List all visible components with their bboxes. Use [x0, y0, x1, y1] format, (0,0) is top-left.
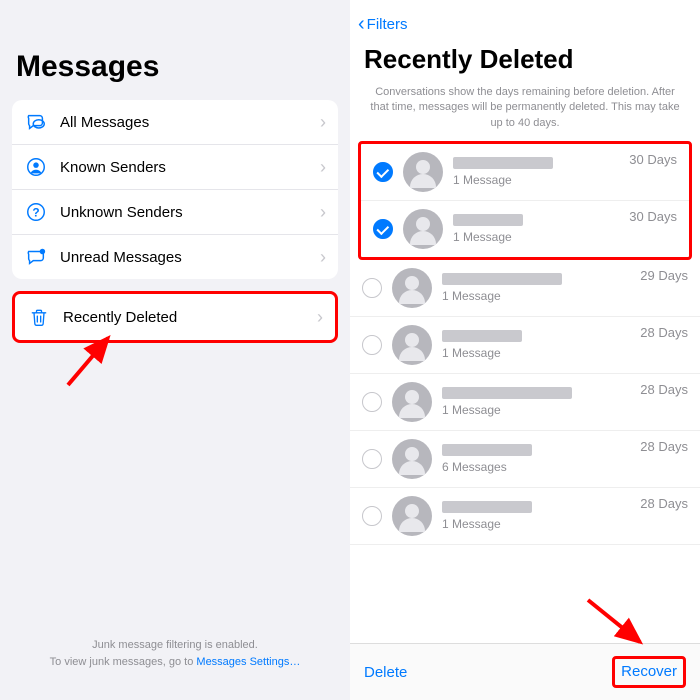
- filter-list: All Messages › Known Senders › ? Unknown…: [12, 100, 338, 279]
- conversation-row[interactable]: 1 Message 29 Days: [350, 260, 700, 317]
- chevron-right-icon: ›: [317, 307, 323, 328]
- message-count: 1 Message: [453, 173, 677, 187]
- filter-all-messages[interactable]: All Messages ›: [12, 100, 338, 144]
- conversation-row[interactable]: 1 Message 30 Days: [361, 144, 689, 201]
- redacted-name: [442, 444, 532, 456]
- message-count: 1 Message: [442, 346, 688, 360]
- conversation-row[interactable]: 1 Message 28 Days: [350, 374, 700, 431]
- delete-button[interactable]: Delete: [364, 664, 407, 681]
- filter-label: All Messages: [60, 114, 320, 131]
- conversation-row[interactable]: 1 Message 28 Days: [350, 488, 700, 545]
- filter-unknown-senders[interactable]: ? Unknown Senders ›: [12, 189, 338, 234]
- avatar-icon: [403, 152, 443, 192]
- footer-line1: Junk message filtering is enabled.: [92, 639, 258, 651]
- chevron-left-icon: ‹: [358, 14, 365, 34]
- redacted-name: [453, 214, 523, 226]
- highlight-annotation: Recover: [612, 656, 686, 688]
- days-remaining: 29 Days: [640, 268, 688, 283]
- unread-icon: [24, 245, 48, 269]
- select-radio[interactable]: [373, 162, 393, 182]
- recently-deleted-screen: ‹ Filters Recently Deleted Conversations…: [350, 0, 700, 700]
- avatar-icon: [403, 209, 443, 249]
- conversation-list: 1 Message30 Days1 Message30 Days1 Messag…: [350, 141, 700, 545]
- bottom-toolbar: Delete Recover: [350, 643, 700, 700]
- filter-label: Unread Messages: [60, 249, 320, 266]
- select-radio[interactable]: [362, 335, 382, 355]
- message-count: 1 Message: [453, 230, 677, 244]
- svg-text:?: ?: [32, 206, 39, 220]
- redacted-name: [442, 273, 562, 285]
- highlight-annotation: Recently Deleted ›: [12, 291, 338, 343]
- recover-button[interactable]: Recover: [621, 663, 677, 680]
- message-count: 1 Message: [442, 517, 688, 531]
- conversation-row[interactable]: 6 Messages 28 Days: [350, 431, 700, 488]
- days-remaining: 28 Days: [640, 496, 688, 511]
- select-radio[interactable]: [362, 392, 382, 412]
- filter-label: Unknown Senders: [60, 204, 320, 221]
- redacted-name: [442, 501, 532, 513]
- days-remaining: 30 Days: [629, 209, 677, 224]
- days-remaining: 30 Days: [629, 152, 677, 167]
- select-radio[interactable]: [373, 219, 393, 239]
- message-count: 6 Messages: [442, 460, 688, 474]
- messages-settings-link[interactable]: Messages Settings…: [196, 656, 300, 668]
- chevron-right-icon: ›: [320, 202, 326, 223]
- redacted-name: [442, 387, 572, 399]
- filter-recently-deleted[interactable]: Recently Deleted ›: [15, 294, 335, 340]
- avatar-icon: [392, 382, 432, 422]
- conversation-row[interactable]: 1 Message 28 Days: [350, 317, 700, 374]
- select-radio[interactable]: [362, 506, 382, 526]
- filter-label: Known Senders: [60, 159, 320, 176]
- filter-unread-messages[interactable]: Unread Messages ›: [12, 234, 338, 279]
- message-count: 1 Message: [442, 289, 688, 303]
- days-remaining: 28 Days: [640, 325, 688, 340]
- messages-filters-screen: Messages All Messages › Known Senders › …: [0, 0, 350, 700]
- page-title: Recently Deleted: [350, 40, 700, 85]
- avatar-icon: [392, 496, 432, 536]
- message-count: 1 Message: [442, 403, 688, 417]
- conversation-row[interactable]: 1 Message 30 Days: [361, 201, 689, 257]
- chevron-right-icon: ›: [320, 157, 326, 178]
- redacted-name: [453, 157, 553, 169]
- chevron-right-icon: ›: [320, 112, 326, 133]
- avatar-icon: [392, 325, 432, 365]
- filter-label: Recently Deleted: [63, 309, 317, 326]
- select-radio[interactable]: [362, 449, 382, 469]
- all-messages-icon: [24, 110, 48, 134]
- footer-note: Junk message filtering is enabled. To vi…: [12, 637, 338, 688]
- known-senders-icon: [24, 155, 48, 179]
- redacted-name: [442, 330, 522, 342]
- deletion-note: Conversations show the days remaining be…: [350, 85, 700, 141]
- footer-line2: To view junk messages, go to: [50, 656, 197, 668]
- days-remaining: 28 Days: [640, 439, 688, 454]
- days-remaining: 28 Days: [640, 382, 688, 397]
- unknown-senders-icon: ?: [24, 200, 48, 224]
- avatar-icon: [392, 439, 432, 479]
- highlight-annotation: 1 Message 30 Days 1 Message 30 Days: [358, 141, 692, 260]
- back-label: Filters: [367, 16, 408, 33]
- page-title: Messages: [16, 50, 334, 84]
- chevron-right-icon: ›: [320, 247, 326, 268]
- back-button[interactable]: ‹ Filters: [350, 0, 700, 40]
- filter-known-senders[interactable]: Known Senders ›: [12, 144, 338, 189]
- avatar-icon: [392, 268, 432, 308]
- trash-icon: [27, 305, 51, 329]
- select-radio[interactable]: [362, 278, 382, 298]
